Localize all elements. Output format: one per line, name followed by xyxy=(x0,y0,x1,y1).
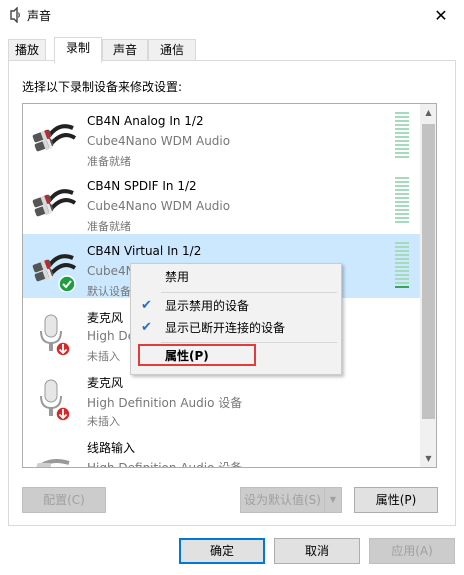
device-status: 准备就绪 xyxy=(87,220,131,233)
device-name: 麦克风 xyxy=(87,376,124,390)
tab-bar: 播放 录制 声音 通信 xyxy=(8,37,458,63)
level-meter xyxy=(395,112,409,158)
highlight-annotation xyxy=(138,344,256,366)
menu-item-label: 显示禁用的设备 xyxy=(165,299,250,313)
chevron-down-icon[interactable]: ▼ xyxy=(324,487,342,513)
tab-playback[interactable]: 播放 xyxy=(8,39,46,61)
microphone-icon xyxy=(29,374,77,422)
scroll-down-arrow-icon[interactable]: ▼ xyxy=(420,450,436,467)
device-name: 线路输入 xyxy=(87,441,136,455)
level-meter xyxy=(395,177,409,223)
device-driver: High De xyxy=(87,329,136,343)
rca-cable-icon xyxy=(29,179,77,227)
rca-cable-icon xyxy=(29,114,77,162)
ok-button[interactable]: 确定 xyxy=(179,538,265,564)
menu-item-show-disconnected[interactable]: ✔ 显示已断开连接的设备 xyxy=(131,317,341,339)
device-driver: Cube4N xyxy=(87,264,135,278)
set-default-button[interactable]: 设为默认值(S) xyxy=(240,487,325,513)
title-bar: 声音 ✕ xyxy=(0,0,464,30)
device-driver: High Definition Audio 设备 xyxy=(87,396,243,410)
tab-recording[interactable]: 录制 xyxy=(54,37,102,63)
menu-item-disable[interactable]: 禁用 xyxy=(131,266,341,288)
properties-button[interactable]: 属性(P) xyxy=(354,487,438,513)
menu-separator xyxy=(161,342,337,343)
scrollbar[interactable]: ▲ ▼ xyxy=(420,104,436,467)
menu-item-show-disabled[interactable]: ✔ 显示禁用的设备 xyxy=(131,295,341,317)
device-driver: Cube4Nano WDM Audio xyxy=(87,199,231,213)
device-driver: Cube4Nano WDM Audio xyxy=(87,134,231,148)
menu-item-label: 禁用 xyxy=(165,270,190,284)
instruction-text: 选择以下录制设备来修改设置: xyxy=(22,80,183,94)
microphone-icon xyxy=(29,309,77,357)
window-title: 声音 xyxy=(27,9,52,23)
device-status: 默认设备 xyxy=(87,285,131,298)
device-status: 准备就绪 xyxy=(87,155,131,168)
device-name: 麦克风 xyxy=(87,311,124,325)
device-name: CB4N Virtual In 1/2 xyxy=(87,244,202,258)
device-item-spdif[interactable]: CB4N SPDIF In 1/2 Cube4Nano WDM Audio 准备… xyxy=(23,169,420,233)
device-item-analog[interactable]: CB4N Analog In 1/2 Cube4Nano WDM Audio 准… xyxy=(23,104,420,168)
device-driver: High Definition Audio 设备 xyxy=(87,461,243,468)
scroll-thumb[interactable] xyxy=(422,124,435,419)
cancel-button[interactable]: 取消 xyxy=(274,538,360,564)
checkmark-icon: ✔ xyxy=(141,320,152,335)
menu-item-label: 显示已断开连接的设备 xyxy=(165,321,286,335)
device-status: 未插入 xyxy=(87,350,120,363)
device-item-line-in[interactable]: 线路输入 High Definition Audio 设备 xyxy=(23,429,420,468)
menu-separator xyxy=(161,292,337,293)
checkmark-icon: ✔ xyxy=(141,298,152,313)
configure-button[interactable]: 配置(C) xyxy=(22,487,106,513)
tab-communications[interactable]: 通信 xyxy=(148,39,196,61)
scroll-up-arrow-icon[interactable]: ▲ xyxy=(420,104,436,121)
tab-sounds[interactable]: 声音 xyxy=(102,39,148,61)
level-meter xyxy=(395,242,409,288)
speaker-icon xyxy=(6,6,22,24)
device-status: 未插入 xyxy=(87,415,120,428)
rca-cable-icon xyxy=(29,244,77,293)
device-name: CB4N SPDIF In 1/2 xyxy=(87,179,197,193)
close-icon: ✕ xyxy=(434,5,448,25)
close-button[interactable]: ✕ xyxy=(418,0,464,30)
device-name: CB4N Analog In 1/2 xyxy=(87,114,204,128)
line-in-icon xyxy=(29,439,77,467)
apply-button[interactable]: 应用(A) xyxy=(369,538,455,564)
